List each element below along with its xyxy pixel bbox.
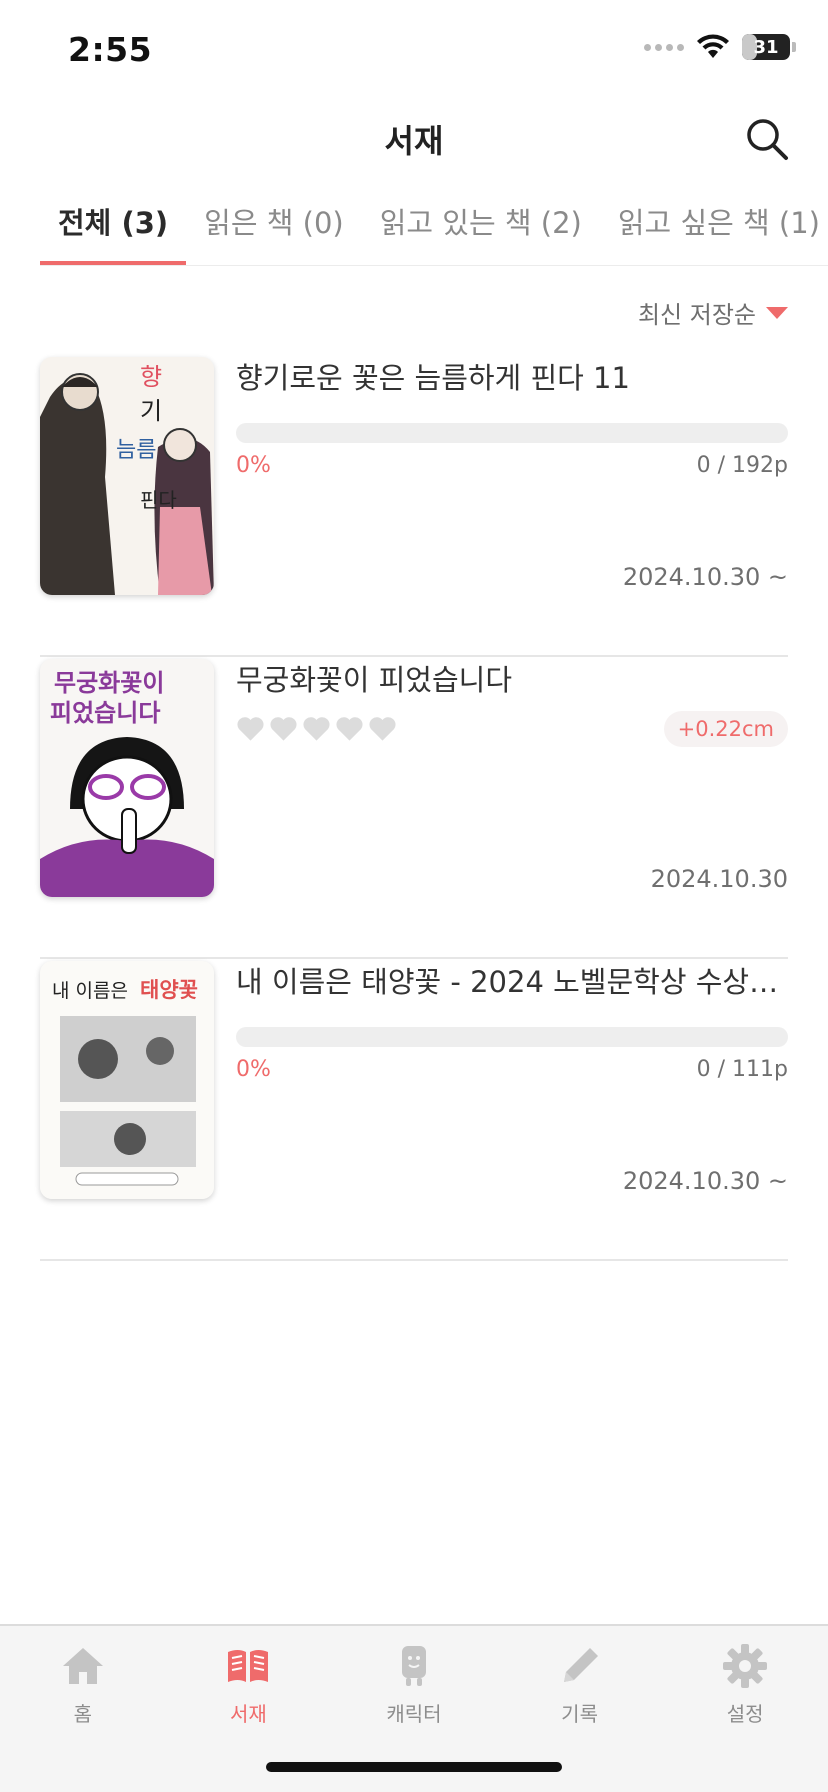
- character-icon: [401, 1646, 426, 1686]
- pencil-icon: [563, 1648, 598, 1682]
- reading-date: 2024.10.30 ~: [622, 563, 788, 591]
- heart-icon: [336, 717, 363, 741]
- heart-icon: [237, 717, 264, 741]
- heart-icon: [303, 717, 330, 741]
- svg-text:늠름: 늠름: [116, 438, 156, 463]
- svg-text:향: 향: [140, 363, 162, 391]
- nav-library[interactable]: 서재: [166, 1642, 331, 1727]
- svg-text:핀다: 핀다: [140, 488, 177, 512]
- growth-badge: +0.22cm: [663, 711, 788, 747]
- book-item[interactable]: 향 기 늠름 핀다 향기로운 꽃은 늠름하게 핀다 11 0% 0 / 192p…: [40, 355, 788, 657]
- book-cover: 무궁화꽃이 피었습니다: [40, 659, 214, 897]
- nav-settings[interactable]: 설정: [663, 1642, 828, 1727]
- wifi-icon: [697, 34, 729, 58]
- tab-read[interactable]: 읽은 책 (0): [186, 190, 362, 264]
- book-open-icon: [228, 1650, 269, 1682]
- book-list: 향 기 늠름 핀다 향기로운 꽃은 늠름하게 핀다 11 0% 0 / 192p…: [40, 355, 788, 1261]
- tab-all[interactable]: 전체 (3): [40, 190, 187, 265]
- nav-label: 기록: [561, 1702, 598, 1726]
- search-icon: [747, 119, 788, 160]
- book-title: 무궁화꽃이 피었습니다: [236, 663, 513, 697]
- svg-text:기: 기: [140, 397, 162, 425]
- book-cover: 향 기 늠름 핀다: [40, 357, 214, 595]
- nav-character[interactable]: 캐릭터: [331, 1642, 496, 1727]
- header: 서재: [0, 100, 828, 180]
- reading-date: 2024.10.30 ~: [622, 1167, 788, 1195]
- sort-label: 최신 저장순: [637, 301, 756, 329]
- reading-progress-bar: [236, 423, 788, 443]
- svg-text:태양꽃: 태양꽃: [140, 978, 198, 1002]
- book-cover: 내 이름은 태양꽃: [40, 961, 214, 1199]
- gear-icon: [723, 1644, 768, 1688]
- filter-tabs: 전체 (3) 읽은 책 (0) 읽고 있는 책 (2) 읽고 싶은 책 (1): [40, 190, 828, 266]
- svg-text:내 이름은: 내 이름은: [52, 980, 128, 1002]
- nav-label: 캐릭터: [386, 1702, 442, 1726]
- progress-percent: 0%: [236, 1057, 271, 1082]
- tab-reading[interactable]: 읽고 있는 책 (2): [362, 190, 600, 264]
- nav-label: 홈: [73, 1702, 92, 1726]
- book-title: 향기로운 꽃은 늠름하게 핀다 11: [236, 361, 630, 395]
- reading-date: 2024.10.30: [650, 865, 788, 893]
- tab-want-to-read[interactable]: 읽고 싶은 책 (1): [600, 190, 828, 264]
- battery-percent: 31: [753, 36, 779, 58]
- nav-label: 서재: [229, 1702, 267, 1726]
- sort-dropdown[interactable]: 최신 저장순: [638, 295, 788, 330]
- nav-home[interactable]: 홈: [0, 1642, 165, 1727]
- book-item[interactable]: 내 이름은 태양꽃 내 이름은 태양꽃 - 2024 노벨문학상 수상… 0% …: [40, 959, 788, 1261]
- progress-percent: 0%: [236, 453, 271, 478]
- page-count: 0 / 192p: [696, 453, 788, 478]
- caret-down-icon: [766, 306, 788, 319]
- heart-icon: [369, 717, 396, 741]
- book-item[interactable]: 무궁화꽃이 피었습니다 무궁화꽃이 피었습니다 +0.22cm 2024.10.…: [40, 657, 788, 959]
- nav-label: 설정: [726, 1702, 764, 1726]
- svg-text:피었습니다: 피었습니다: [50, 699, 160, 727]
- status-indicators: 31: [644, 34, 796, 60]
- svg-text:무궁화꽃이: 무궁화꽃이: [54, 669, 164, 697]
- search-button[interactable]: [744, 116, 790, 162]
- page-count: 0 / 111p: [696, 1057, 788, 1082]
- page-title: 서재: [384, 122, 444, 160]
- nav-record[interactable]: 기록: [497, 1642, 662, 1727]
- status-time: 2:55: [68, 30, 153, 69]
- heart-icon: [270, 717, 297, 741]
- home-indicator: [266, 1762, 562, 1772]
- rating-hearts[interactable]: [236, 715, 397, 742]
- reading-progress-bar: [236, 1027, 788, 1047]
- status-bar: 2:55 31: [0, 0, 828, 100]
- battery-icon: 31: [742, 34, 796, 60]
- cellular-signal-icon: [644, 43, 684, 51]
- home-icon: [62, 1648, 103, 1684]
- book-title: 내 이름은 태양꽃 - 2024 노벨문학상 수상…: [236, 965, 779, 999]
